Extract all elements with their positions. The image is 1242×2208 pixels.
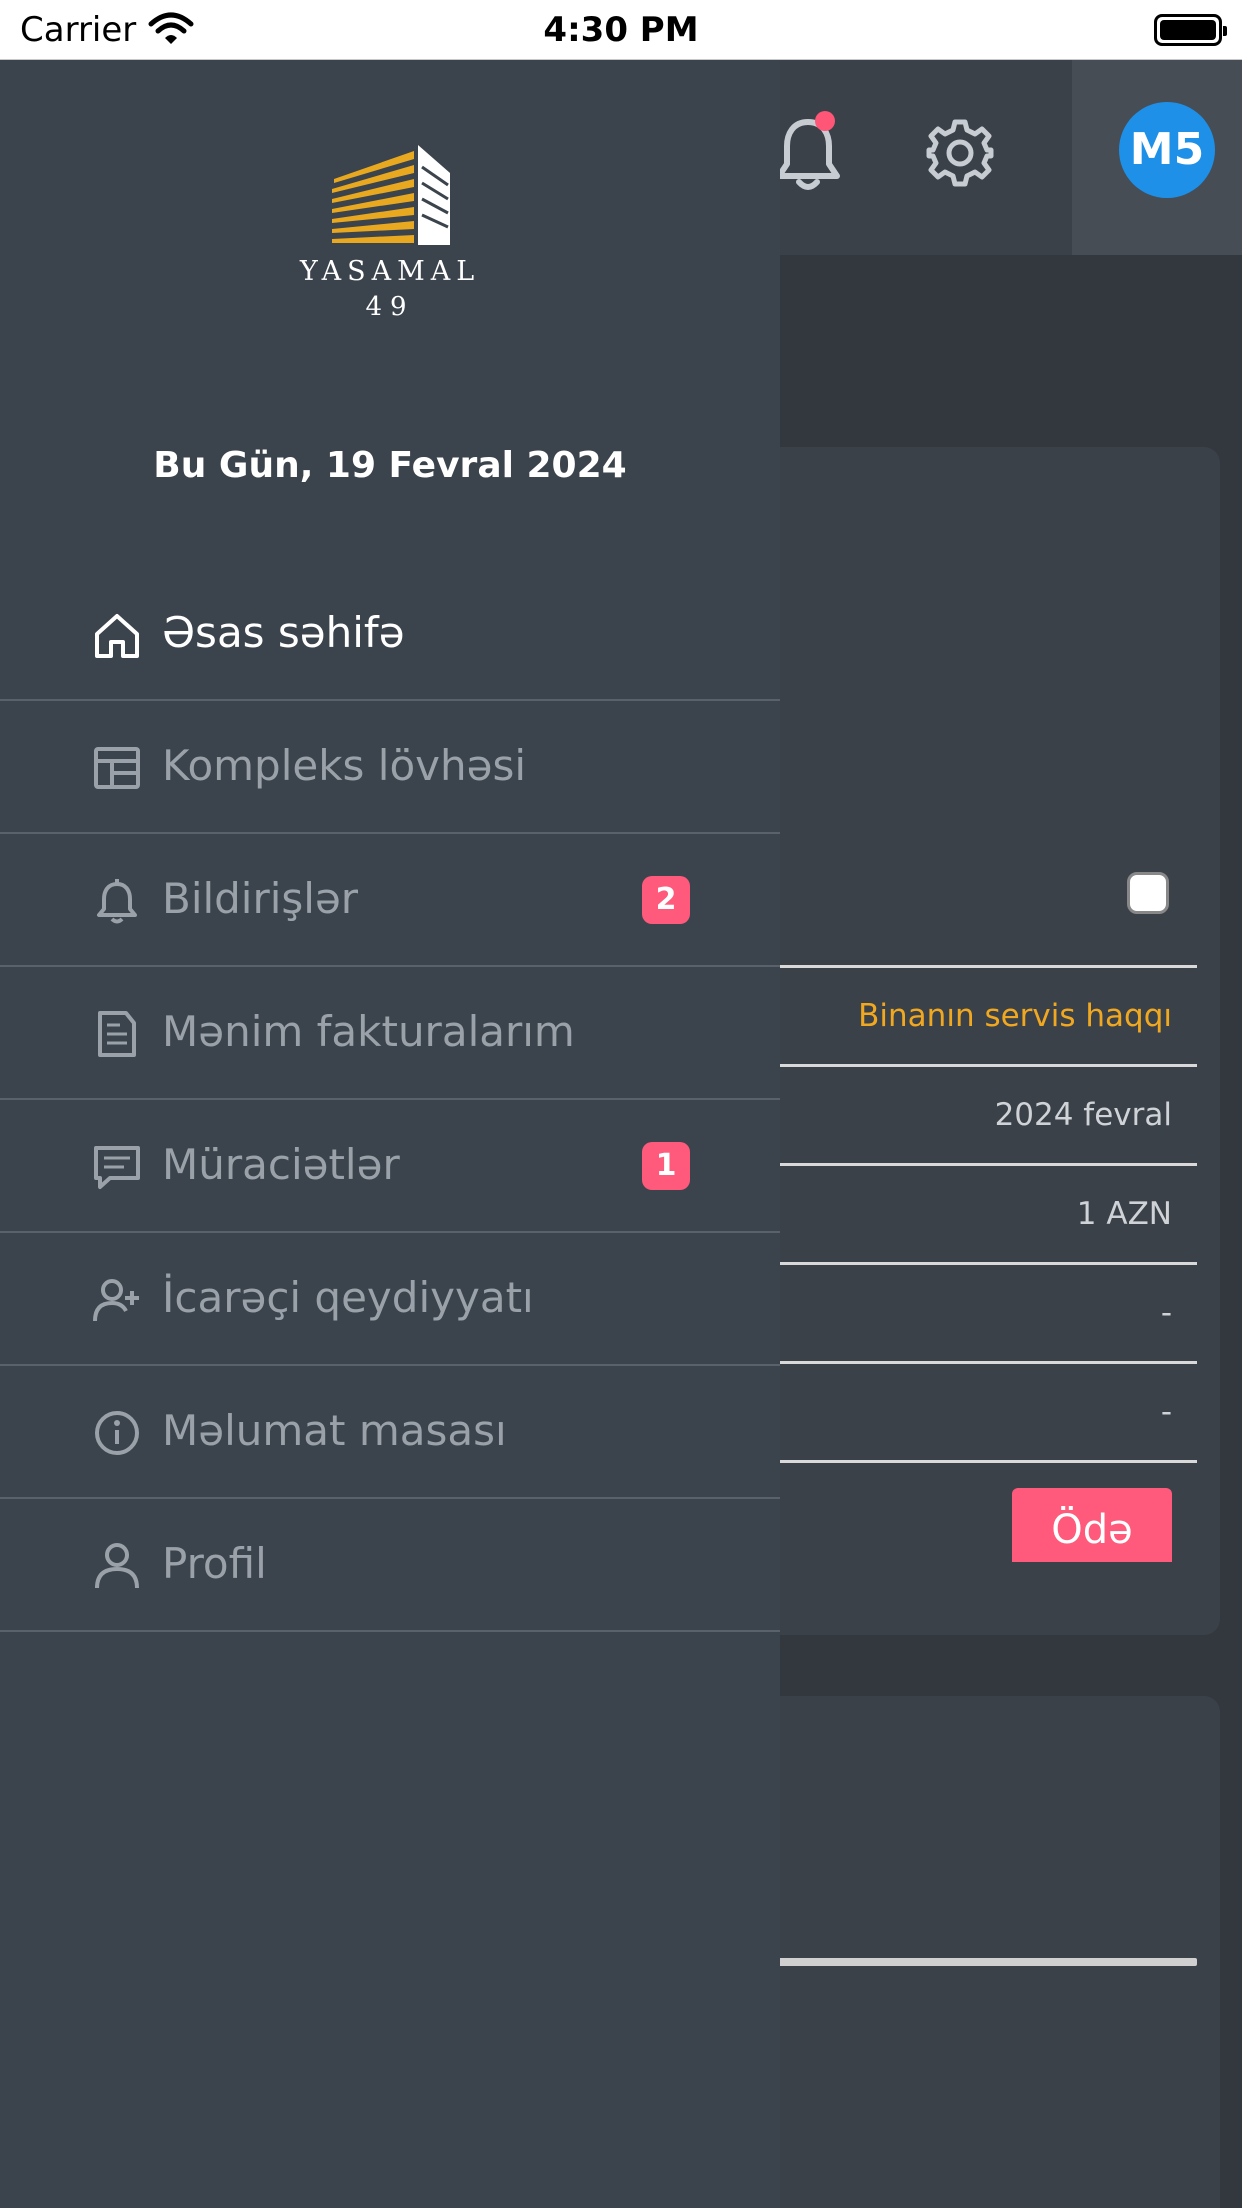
pay-button[interactable]: Ödə <box>1012 1488 1172 1562</box>
menu-label: İcarəçi qeydiyyatı <box>162 1273 534 1322</box>
menu-item-profile[interactable]: Profil <box>0 1499 780 1632</box>
menu-item-info-desk[interactable]: Məlumat masası <box>0 1366 780 1499</box>
invoice-period-row: 2024 fevral <box>760 1064 1197 1160</box>
invoice-service-row: Binanın servis haqqı <box>760 965 1197 1061</box>
requests-count-badge: 1 <box>642 1142 690 1190</box>
bell-icon <box>92 876 142 926</box>
user-icon <box>92 1541 142 1591</box>
invoice-amount-row: 1 AZN <box>760 1163 1197 1259</box>
invoice-row: - <box>760 1361 1197 1457</box>
drawer-menu: Əsas səhifə Kompleks lövhəsi Bildirişlər… <box>0 568 780 1632</box>
invoice-icon <box>92 1009 142 1059</box>
menu-item-tenant-registration[interactable]: İcarəçi qeydiyyatı <box>0 1233 780 1366</box>
add-user-icon <box>92 1275 142 1325</box>
status-bar: Carrier 4:30 PM <box>0 0 1242 60</box>
board-icon <box>92 743 142 793</box>
menu-item-home[interactable]: Əsas səhifə <box>0 568 780 701</box>
side-drawer: YASAMAL 49 Bu Gün, 19 Fevral 2024 Əsas s… <box>0 60 780 2208</box>
battery-icon <box>1154 14 1227 46</box>
menu-label: Mənim fakturalarım <box>162 1007 575 1056</box>
menu-item-invoices[interactable]: Mənim fakturalarım <box>0 967 780 1100</box>
menu-label: Müraciətlər <box>162 1140 400 1189</box>
settings-gear-icon[interactable] <box>925 118 995 192</box>
info-icon <box>92 1408 142 1458</box>
today-date: Bu Gün, 19 Fevral 2024 <box>153 445 627 486</box>
menu-label: Məlumat masası <box>162 1406 507 1455</box>
divider <box>760 1460 1197 1468</box>
menu-label: Profil <box>162 1539 267 1588</box>
status-time: 4:30 PM <box>543 10 699 50</box>
notifications-count-badge: 2 <box>642 876 690 924</box>
menu-item-complex-board[interactable]: Kompleks lövhəsi <box>0 701 780 834</box>
avatar[interactable]: M5 <box>1119 102 1215 198</box>
building-logo-icon <box>330 145 450 253</box>
menu-label: Bildirişlər <box>162 874 359 923</box>
menu-label: Kompleks lövhəsi <box>162 741 527 790</box>
home-icon <box>92 610 142 660</box>
invoice-checkbox[interactable] <box>1127 872 1169 914</box>
invoice-row: - <box>760 1262 1197 1358</box>
menu-item-notifications[interactable]: Bildirişlər 2 <box>0 834 780 967</box>
secondary-card <box>760 1696 1220 2208</box>
logo-number: 49 <box>365 292 415 322</box>
menu-label: Əsas səhifə <box>162 608 405 657</box>
message-icon <box>92 1142 142 1192</box>
notification-dot <box>815 111 835 131</box>
menu-item-requests[interactable]: Müraciətlər 1 <box>0 1100 780 1233</box>
divider <box>760 1958 1197 1966</box>
logo-name: YASAMAL <box>299 256 481 287</box>
